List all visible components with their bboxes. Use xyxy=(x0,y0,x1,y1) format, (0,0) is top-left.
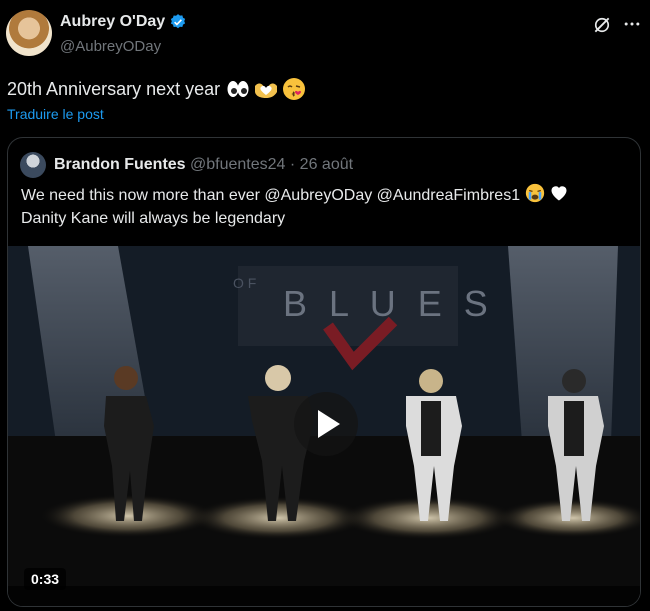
translate-post-link[interactable]: Traduire le post xyxy=(7,106,104,122)
kissing-face-icon xyxy=(283,78,306,100)
crying-face-icon xyxy=(525,183,544,203)
play-button[interactable] xyxy=(294,392,358,456)
post-text: 20th Anniversary next year xyxy=(7,78,221,99)
quote-separator: · xyxy=(289,156,296,173)
quote-header: Brandon Fuentes @bfuentes24 · 26 août xyxy=(54,156,353,174)
eyes-icon xyxy=(227,81,249,97)
white-heart-icon xyxy=(551,186,567,201)
more-options-icon[interactable] xyxy=(622,14,642,34)
quote-author-avatar[interactable] xyxy=(20,152,46,178)
post-text-row: 20th Anniversary next year xyxy=(7,77,306,101)
quote-author-handle[interactable]: @bfuentes24 xyxy=(190,156,285,173)
video-duration: 0:33 xyxy=(24,568,67,590)
quote-date[interactable]: 26 août xyxy=(300,156,353,173)
author-handle[interactable]: @AubreyODay xyxy=(60,38,161,55)
grok-icon[interactable] xyxy=(592,15,612,35)
quote-text: We need this now more than ever @AubreyO… xyxy=(21,183,631,230)
video-player[interactable]: O F B L U E S 0:33 xyxy=(8,246,640,606)
hand-heart-icon xyxy=(255,83,278,98)
verified-badge-icon xyxy=(171,14,186,29)
quoted-post-card[interactable]: Brandon Fuentes @bfuentes24 · 26 août We… xyxy=(7,137,641,607)
quote-text-line-1: We need this now more than ever @AubreyO… xyxy=(21,183,631,207)
author-name[interactable]: Aubrey O'Day xyxy=(60,13,165,31)
svg-text:O F: O F xyxy=(233,275,256,291)
quote-author-name[interactable]: Brandon Fuentes xyxy=(54,156,186,173)
play-icon xyxy=(318,410,340,438)
author-name-row[interactable]: Aubrey O'Day xyxy=(60,13,187,31)
author-avatar[interactable] xyxy=(6,10,52,56)
quote-text-line-2: Danity Kane will always be legendary xyxy=(21,210,286,227)
